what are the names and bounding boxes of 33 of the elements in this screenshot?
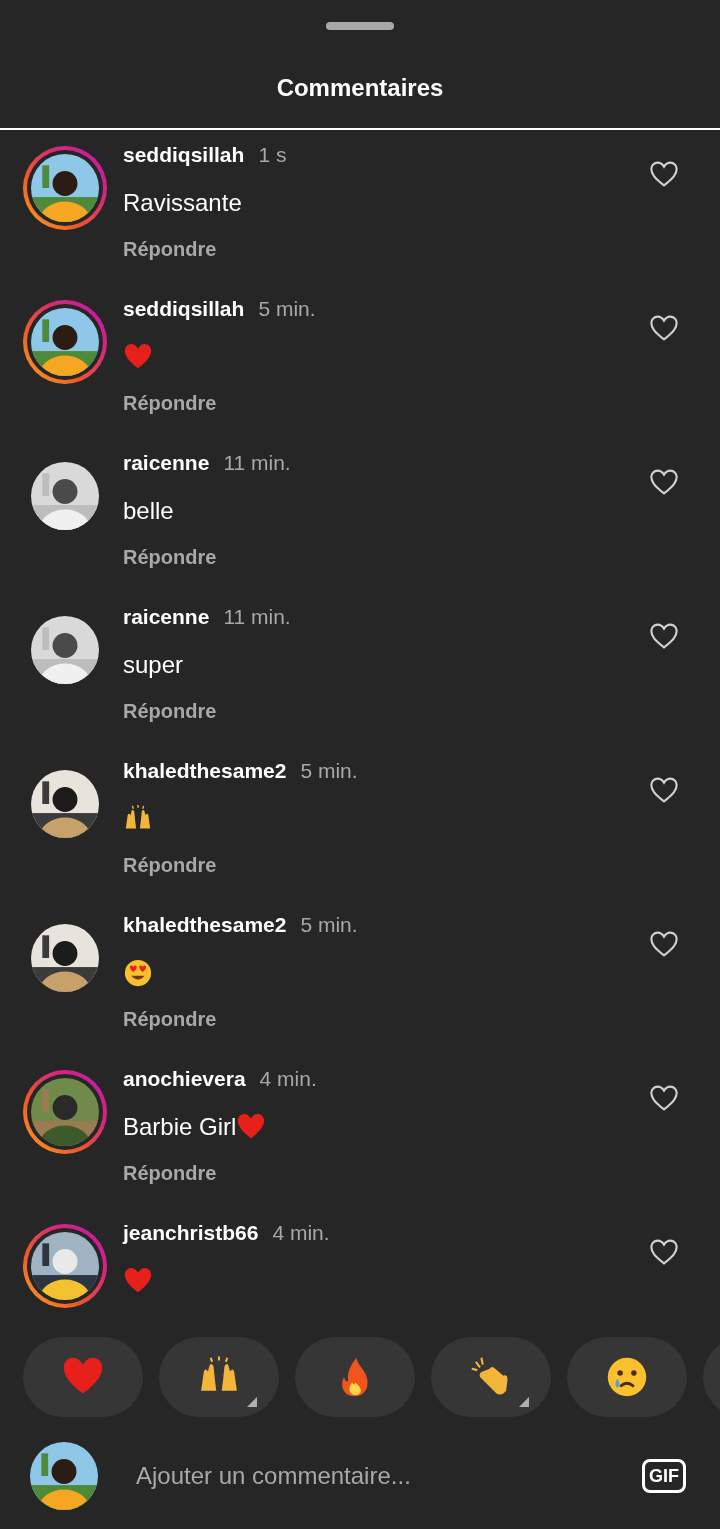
username[interactable]: seddiqsillah	[123, 298, 245, 319]
reply-link[interactable]: Répondre	[123, 388, 217, 418]
reply-link[interactable]: Répondre	[123, 542, 217, 572]
sheet-title: Commentaires	[276, 73, 444, 103]
timestamp: 5 min.	[258, 298, 316, 319]
username[interactable]: raicenne	[123, 606, 210, 627]
reply-link[interactable]: Répondre	[123, 696, 217, 726]
username[interactable]: khaledthesame2	[123, 914, 287, 935]
comment-text: Ravissante	[123, 191, 242, 215]
reply-link[interactable]: Répondre	[123, 1158, 217, 1188]
heart-eyes-icon	[123, 958, 153, 988]
timestamp: 11 min.	[223, 606, 291, 627]
username[interactable]: anochievera	[123, 1068, 246, 1089]
timestamp: 5 min.	[300, 760, 358, 781]
reply-link[interactable]: Répondre	[123, 850, 217, 880]
timestamp: 1 s	[258, 144, 287, 165]
timestamp: 4 min.	[272, 1222, 330, 1243]
timestamp: 11 min.	[223, 452, 291, 473]
username[interactable]: seddiqsillah	[123, 144, 245, 165]
reply-link[interactable]: Répondre	[123, 1004, 217, 1034]
comment-text: super	[123, 653, 184, 677]
reply-link[interactable]: Répondre	[123, 234, 217, 264]
comment-text: Barbie Girl	[123, 1115, 237, 1139]
gif-button[interactable]: GIF	[642, 1459, 686, 1493]
username[interactable]: khaledthesame2	[123, 760, 287, 781]
comment-text: belle	[123, 499, 174, 523]
username[interactable]: jeanchristb66	[123, 1222, 259, 1243]
timestamp: 4 min.	[259, 1068, 317, 1089]
timestamp: 5 min.	[300, 914, 358, 935]
crying-face-icon	[605, 1355, 649, 1399]
username[interactable]: raicenne	[123, 452, 210, 473]
drag-handle[interactable]	[326, 22, 394, 30]
comment-input-field[interactable]: Ajouter un commentaire...	[136, 1458, 576, 1494]
